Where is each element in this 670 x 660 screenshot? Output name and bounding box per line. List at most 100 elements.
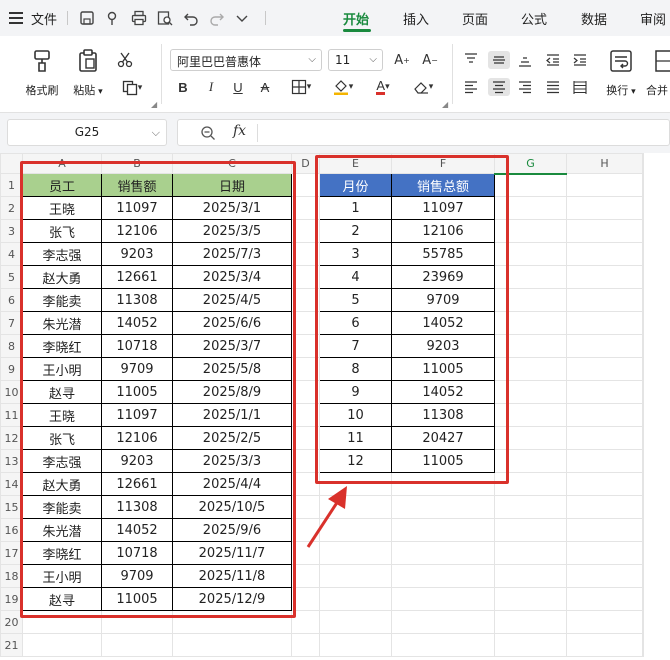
empty-cell[interactable] <box>291 265 320 289</box>
table1-cell[interactable]: 2025/10/5 <box>172 495 292 519</box>
empty-cell[interactable] <box>494 426 567 450</box>
table1-cell[interactable]: 12661 <box>101 472 173 496</box>
table2-cell[interactable]: 55785 <box>391 242 495 266</box>
table1-cell[interactable]: 朱光潜 <box>22 311 102 335</box>
table1-header-cell[interactable]: 销售额 <box>101 173 173 197</box>
empty-cell[interactable] <box>172 610 292 634</box>
increase-font-icon[interactable]: A + <box>393 51 411 69</box>
table2-cell[interactable]: 11 <box>319 426 392 450</box>
print-icon[interactable] <box>130 9 148 27</box>
clear-button[interactable]: ▾ <box>408 78 438 96</box>
table1-cell[interactable]: 2025/11/7 <box>172 541 292 565</box>
table1-cell[interactable]: 14052 <box>101 311 173 335</box>
table1-cell[interactable]: 李志强 <box>22 449 102 473</box>
column-header-g[interactable]: G <box>494 153 567 175</box>
dialog-launcher-icon[interactable]: ◢ <box>442 100 448 109</box>
empty-cell[interactable] <box>642 587 644 611</box>
table2-cell[interactable]: 6 <box>319 311 392 335</box>
copy-button[interactable]: ▾ <box>116 79 148 97</box>
table1-cell[interactable]: 2025/3/1 <box>172 196 292 220</box>
increase-indent-icon[interactable] <box>571 51 589 69</box>
empty-cell[interactable] <box>566 564 643 588</box>
tab-home[interactable]: 开始 <box>343 9 369 28</box>
empty-cell[interactable] <box>566 587 643 611</box>
column-header-h[interactable]: H <box>566 153 643 174</box>
table1-cell[interactable]: 11005 <box>101 380 173 404</box>
empty-cell[interactable] <box>22 610 102 634</box>
empty-cell[interactable] <box>494 288 567 312</box>
row-header[interactable]: 9 <box>0 357 23 381</box>
table1-cell[interactable]: 2025/3/7 <box>172 334 292 358</box>
empty-cell[interactable] <box>642 265 644 289</box>
empty-cell[interactable] <box>494 541 567 565</box>
empty-cell[interactable] <box>291 518 320 542</box>
distributed-align-icon[interactable] <box>571 78 589 96</box>
table2-cell[interactable]: 11005 <box>391 357 495 381</box>
table1-cell[interactable]: 2025/12/9 <box>172 587 292 611</box>
table1-cell[interactable]: 2025/9/6 <box>172 518 292 542</box>
empty-cell[interactable] <box>319 564 392 588</box>
align-bottom-icon[interactable] <box>516 51 534 69</box>
empty-cell[interactable] <box>291 426 320 450</box>
empty-cell[interactable] <box>494 495 567 519</box>
empty-cell[interactable] <box>291 334 320 358</box>
table2-header-cell[interactable]: 销售总额 <box>391 173 495 197</box>
cut-icon[interactable] <box>116 51 134 69</box>
font-color-button[interactable]: A ▾ <box>368 78 398 96</box>
table2-cell[interactable]: 11005 <box>391 449 495 473</box>
fill-color-button[interactable]: ▾ <box>328 78 358 96</box>
column-header-c[interactable]: C <box>172 153 292 174</box>
row-header[interactable]: 15 <box>0 495 23 519</box>
table2-cell[interactable]: 7 <box>319 334 392 358</box>
empty-cell[interactable] <box>291 173 320 197</box>
table1-cell[interactable]: 11005 <box>101 587 173 611</box>
row-header[interactable]: 6 <box>0 288 23 312</box>
print-preview-icon[interactable] <box>156 9 174 27</box>
empty-cell[interactable] <box>566 518 643 542</box>
empty-cell[interactable] <box>494 242 567 266</box>
row-header[interactable]: 7 <box>0 311 23 335</box>
empty-cell[interactable] <box>291 541 320 565</box>
format-painter-button[interactable]: 格式刷 <box>20 48 64 98</box>
empty-cell[interactable] <box>391 587 495 611</box>
empty-cell[interactable] <box>642 449 644 473</box>
empty-cell[interactable] <box>494 265 567 289</box>
underline-icon[interactable]: U <box>229 78 247 96</box>
table2-cell[interactable]: 8 <box>319 357 392 381</box>
empty-cell[interactable] <box>494 449 567 473</box>
empty-cell[interactable] <box>291 633 320 657</box>
merge-button[interactable]: 合并 <box>646 48 670 98</box>
empty-cell[interactable] <box>494 403 567 427</box>
empty-cell[interactable] <box>494 564 567 588</box>
table1-cell[interactable]: 赵寻 <box>22 587 102 611</box>
table2-cell[interactable]: 23969 <box>391 265 495 289</box>
table1-cell[interactable]: 王小明 <box>22 564 102 588</box>
tab-page[interactable]: 页面 <box>462 9 488 28</box>
empty-cell[interactable] <box>566 403 643 427</box>
empty-cell[interactable] <box>494 334 567 358</box>
empty-cell[interactable] <box>291 242 320 266</box>
font-name-select[interactable]: 阿里巴巴普惠体 ⌵ <box>170 49 322 71</box>
row-header[interactable]: 1 <box>0 173 23 197</box>
chevron-down-icon[interactable] <box>233 9 251 27</box>
empty-cell[interactable] <box>494 633 567 657</box>
empty-cell[interactable] <box>319 472 392 496</box>
empty-cell[interactable] <box>642 242 644 266</box>
table1-cell[interactable]: 12106 <box>101 219 173 243</box>
empty-cell[interactable] <box>566 173 643 197</box>
table1-cell[interactable]: 赵大勇 <box>22 265 102 289</box>
empty-cell[interactable] <box>319 610 392 634</box>
table1-cell[interactable]: 2025/7/3 <box>172 242 292 266</box>
empty-cell[interactable] <box>566 633 643 657</box>
align-center-icon[interactable] <box>488 78 510 96</box>
row-header[interactable]: 17 <box>0 541 23 565</box>
empty-cell[interactable] <box>642 334 644 358</box>
empty-cell[interactable] <box>494 472 567 496</box>
table1-cell[interactable]: 11308 <box>101 288 173 312</box>
table1-cell[interactable]: 2025/4/4 <box>172 472 292 496</box>
column-header-a[interactable]: A <box>22 153 102 174</box>
table1-cell[interactable]: 2025/3/5 <box>172 219 292 243</box>
empty-cell[interactable] <box>391 495 495 519</box>
empty-cell[interactable] <box>391 610 495 634</box>
row-header[interactable]: 12 <box>0 426 23 450</box>
